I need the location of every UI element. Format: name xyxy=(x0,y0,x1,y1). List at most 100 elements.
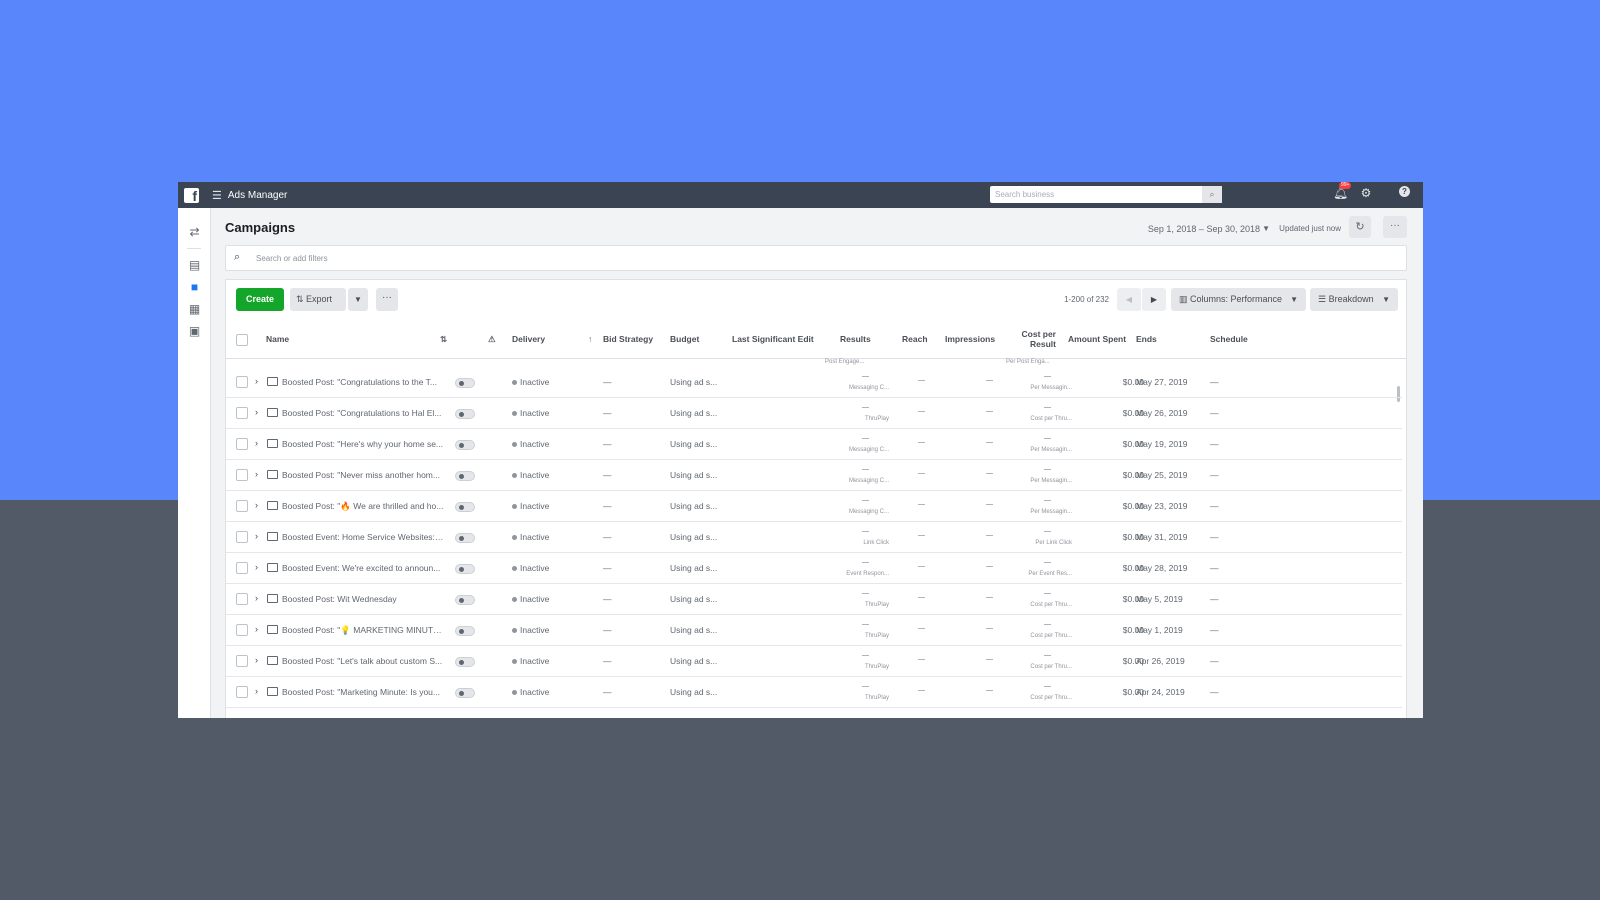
campaign-name-link[interactable]: Boosted Post: "Never miss another hom... xyxy=(282,470,444,480)
campaign-name-link[interactable]: Boosted Post: "Marketing Minute: Is you.… xyxy=(282,687,444,697)
col-last-edit[interactable]: Last Significant Edit xyxy=(732,334,814,344)
row-checkbox[interactable] xyxy=(236,624,248,636)
chevron-right-icon[interactable]: › xyxy=(255,655,258,665)
results-sub-label: ThruPlay xyxy=(864,664,889,670)
campaign-name-link[interactable]: Boosted Post: "🔥 We are thrilled and ho.… xyxy=(282,501,444,512)
row-checkbox[interactable] xyxy=(236,562,248,574)
grid-icon[interactable]: ▦ xyxy=(178,298,211,320)
row-checkbox[interactable] xyxy=(236,500,248,512)
campaign-toggle[interactable] xyxy=(455,409,475,419)
gear-icon[interactable]: ⚙ xyxy=(1359,186,1373,200)
col-budget[interactable]: Budget xyxy=(670,334,699,344)
table-row[interactable]: › Boosted Event: We're excited to announ.… xyxy=(226,553,1402,584)
col-cost-per-result[interactable]: Cost per Result xyxy=(1016,329,1056,349)
table-row[interactable]: › Boosted Post: "Let's talk about custom … xyxy=(226,646,1402,677)
table-row[interactable]: › Boosted Post: "💡 MARKETING MINUTE ... In… xyxy=(226,615,1402,646)
account-overview-icon[interactable]: ▤ xyxy=(178,254,211,276)
campaign-name-link[interactable]: Boosted Post: "Let's talk about custom S… xyxy=(282,656,444,666)
col-reach[interactable]: Reach xyxy=(902,334,928,344)
campaign-toggle[interactable] xyxy=(455,564,475,574)
next-page-button[interactable]: ▶ xyxy=(1142,288,1166,311)
chevron-right-icon[interactable]: › xyxy=(255,376,258,386)
select-all-checkbox[interactable] xyxy=(236,334,248,346)
export-button[interactable]: ⇅ Export xyxy=(290,288,346,311)
table-row[interactable]: › Boosted Post: "Here's why your home se.… xyxy=(226,429,1402,460)
prev-page-button[interactable]: ◀ xyxy=(1117,288,1141,311)
table-row[interactable]: › Boosted Post: "Never miss another hom..… xyxy=(226,460,1402,491)
col-amount-spent[interactable]: Amount Spent xyxy=(1068,334,1126,344)
campaign-name-link[interactable]: Boosted Post: "💡 MARKETING MINUTE ... xyxy=(282,625,444,636)
date-range-caret-icon[interactable]: ▼ xyxy=(1262,224,1270,233)
chevron-right-icon[interactable]: › xyxy=(255,438,258,448)
table-row[interactable]: › Boosted Event: Home Service Websites: .… xyxy=(226,522,1402,553)
campaign-toggle[interactable] xyxy=(455,471,475,481)
row-checkbox[interactable] xyxy=(236,593,248,605)
table-row[interactable]: › Boosted Post: Wit Wednesday Inactive — Usi… xyxy=(226,584,1402,615)
help-icon[interactable]: ? xyxy=(1399,186,1413,200)
table-row[interactable]: › Boosted Post: "Congratulations to the T… xyxy=(226,367,1402,398)
table-row[interactable]: › Boosted Post: "Congratulations to Hal E… xyxy=(226,398,1402,429)
campaign-name-link[interactable]: Boosted Post: "Congratulations to Hal El… xyxy=(282,408,444,418)
campaign-name-link[interactable]: Boosted Event: We're excited to announ..… xyxy=(282,563,444,573)
results-value: — xyxy=(862,621,869,628)
row-checkbox[interactable] xyxy=(236,376,248,388)
campaign-toggle[interactable] xyxy=(455,626,475,636)
col-delivery[interactable]: Delivery xyxy=(512,334,545,344)
search-business-input[interactable]: Search business ⌕ xyxy=(990,186,1222,203)
date-range[interactable]: Sep 1, 2018 – Sep 30, 2018 xyxy=(1148,224,1260,234)
switch-arrows-icon[interactable]: ⇄ xyxy=(178,221,211,243)
toolbar-more-button[interactable]: ··· xyxy=(376,288,398,311)
campaign-name-link[interactable]: Boosted Post: "Here's why your home se..… xyxy=(282,439,444,449)
menu-icon[interactable]: ☰ xyxy=(212,189,222,202)
row-checkbox[interactable] xyxy=(236,531,248,543)
sort-ascending-icon[interactable]: ↑ xyxy=(588,334,592,344)
facebook-logo-icon[interactable]: f xyxy=(184,187,199,203)
breakdown-dropdown[interactable]: ☰ Breakdown ▼ xyxy=(1310,288,1398,311)
row-checkbox[interactable] xyxy=(236,438,248,450)
filter-search-input[interactable]: ⌕ Search or add filters xyxy=(225,245,1407,271)
col-impressions[interactable]: Impressions xyxy=(945,334,995,344)
chevron-right-icon[interactable]: › xyxy=(255,407,258,417)
row-checkbox[interactable] xyxy=(236,686,248,698)
col-name[interactable]: Name xyxy=(266,334,289,344)
breakdown-label: Breakdown xyxy=(1328,294,1374,304)
campaigns-folder-icon[interactable]: ■ xyxy=(178,276,211,298)
search-icon[interactable]: ⌕ xyxy=(1202,186,1222,203)
col-results[interactable]: Results xyxy=(840,334,871,344)
col-schedule[interactable]: Schedule xyxy=(1210,334,1248,344)
campaign-name-link[interactable]: Boosted Event: Home Service Websites: ..… xyxy=(282,532,444,542)
chevron-right-icon[interactable]: › xyxy=(255,531,258,541)
create-button[interactable]: Create xyxy=(236,288,284,311)
col-bid-strategy[interactable]: Bid Strategy xyxy=(603,334,653,344)
campaign-toggle[interactable] xyxy=(455,533,475,543)
campaign-toggle[interactable] xyxy=(455,502,475,512)
campaign-name-link[interactable]: Boosted Post: Wit Wednesday xyxy=(282,594,444,604)
campaign-toggle[interactable] xyxy=(455,657,475,667)
export-dropdown-button[interactable]: ▼ xyxy=(348,288,368,311)
sort-icon[interactable]: ⇅ xyxy=(440,334,447,345)
campaign-name-link[interactable]: Boosted Post: "Congratulations to the T.… xyxy=(282,377,444,387)
chevron-right-icon[interactable]: › xyxy=(255,624,258,634)
row-checkbox[interactable] xyxy=(236,655,248,667)
campaign-toggle[interactable] xyxy=(455,378,475,388)
campaign-toggle[interactable] xyxy=(455,440,475,450)
chevron-right-icon[interactable]: › xyxy=(255,500,258,510)
chevron-right-icon[interactable]: › xyxy=(255,593,258,603)
campaign-toggle[interactable] xyxy=(455,595,475,605)
table-row[interactable]: › Boosted Post: "Marketing Minute: Is you… xyxy=(226,677,1402,708)
chevron-right-icon[interactable]: › xyxy=(255,686,258,696)
notifications-bell-icon[interactable]: 🔔︎ 99+ xyxy=(1333,182,1352,200)
chevron-right-icon[interactable]: › xyxy=(255,562,258,572)
columns-dropdown[interactable]: ▥ Columns: Performance ▼ xyxy=(1171,288,1306,311)
table-row[interactable]: › Boosted Post: "🔥 We are thrilled and ho… xyxy=(226,491,1402,522)
delivery-status: Inactive xyxy=(512,470,549,480)
row-checkbox[interactable] xyxy=(236,407,248,419)
row-checkbox[interactable] xyxy=(236,469,248,481)
refresh-button[interactable]: ↻ xyxy=(1349,216,1371,238)
chevron-right-icon[interactable]: › xyxy=(255,469,258,479)
col-ends[interactable]: Ends xyxy=(1136,334,1157,344)
schedule-value: — xyxy=(1210,501,1219,511)
campaign-toggle[interactable] xyxy=(455,688,475,698)
more-options-button[interactable]: ··· xyxy=(1383,216,1407,238)
image-frame-icon[interactable]: ▣ xyxy=(178,320,211,342)
